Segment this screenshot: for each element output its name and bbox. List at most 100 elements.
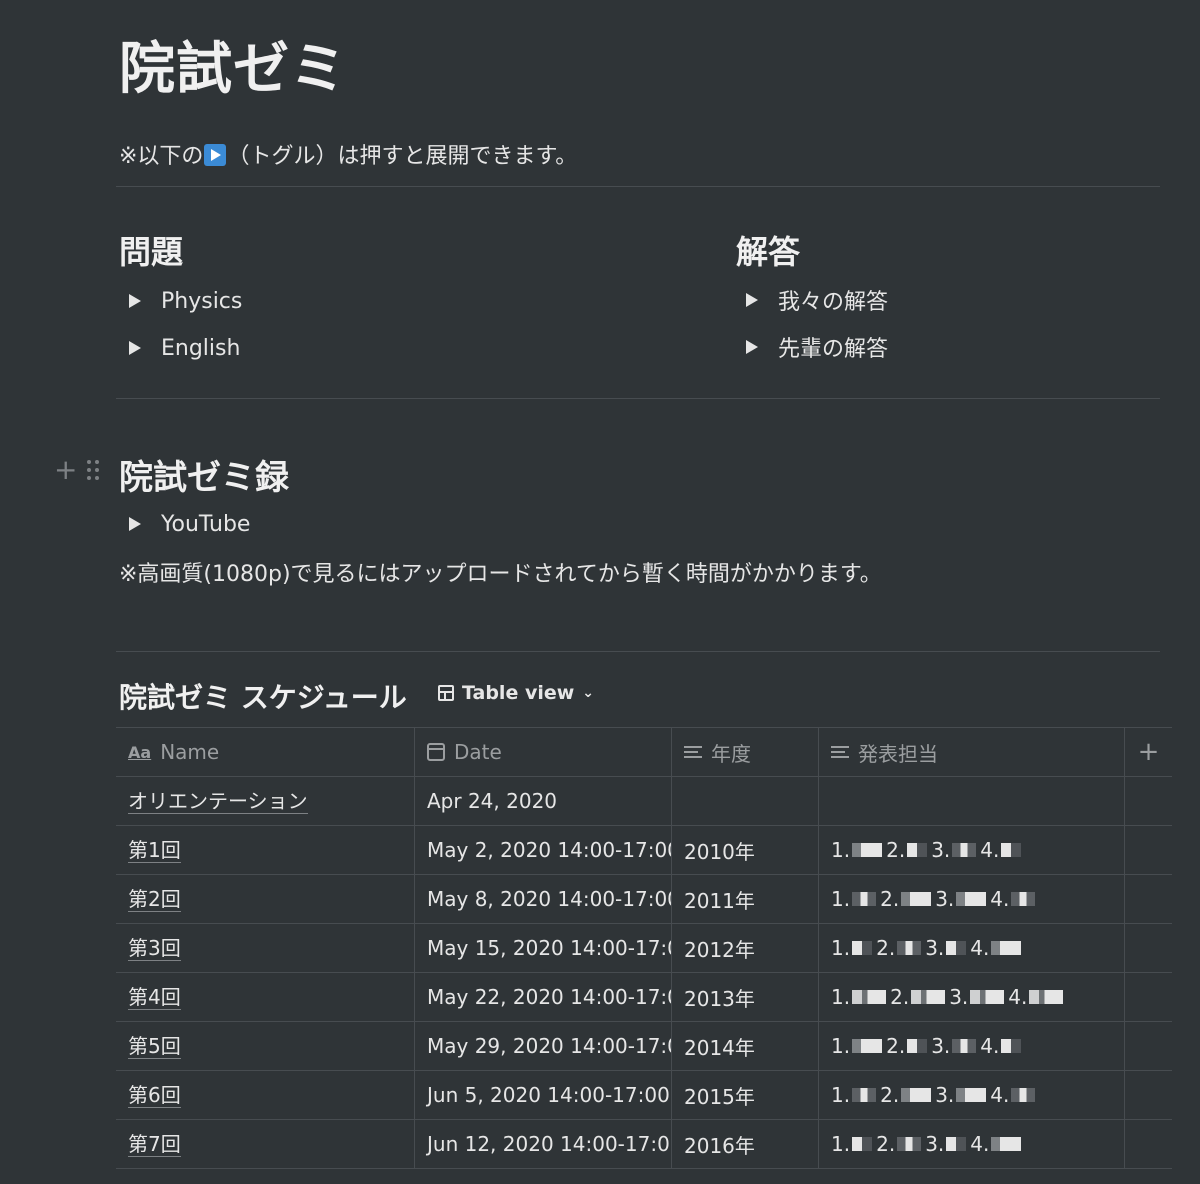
cell-year[interactable]: 2012年 — [672, 924, 819, 972]
cell-year[interactable]: 2013年 — [672, 973, 819, 1021]
toggle-senpai-answers[interactable]: 先輩の解答 — [736, 330, 888, 364]
cell-name[interactable]: 第1回 — [116, 826, 415, 874]
cell-name[interactable]: 第6回 — [116, 1071, 415, 1119]
cell-date[interactable]: May 15, 2020 14:00-17:00 — [415, 924, 672, 972]
presenter-number: 3. — [935, 1083, 955, 1107]
cell-year[interactable]: 2015年 — [672, 1071, 819, 1119]
cell-presenters[interactable]: 1. 2. 3. 4. — [819, 1120, 1125, 1168]
presenter-list: 1. 2. 3. 4. — [831, 936, 1022, 960]
cell-date[interactable]: May 2, 2020 14:00-17:00 — [415, 826, 672, 874]
table-row[interactable]: オリエンテーション Apr 24, 2020 — [116, 777, 1172, 826]
row-title-link[interactable]: オリエンテーション — [128, 789, 308, 814]
toggle-label: YouTube — [161, 511, 251, 537]
table-row[interactable]: 第2回 May 8, 2020 14:00-17:00 2011年 1. 2. 3. 4. — [116, 875, 1172, 924]
presenter-entry: 3. — [935, 887, 987, 911]
cell-presenters[interactable]: 1. 2. 3. 4. — [819, 826, 1125, 874]
toggle-instruction-suffix: （トグル）は押すと展開できます。 — [227, 144, 578, 169]
row-title-link[interactable]: 第3回 — [128, 936, 181, 961]
table-body: オリエンテーション Apr 24, 2020 第1回 May 2, 2020 14:0… — [116, 777, 1172, 1169]
table-row[interactable]: 第1回 May 2, 2020 14:00-17:00 2010年 1. 2. 3. 4. — [116, 826, 1172, 875]
column-header-year[interactable]: 年度 — [672, 728, 819, 776]
cell-name[interactable]: 第7回 — [116, 1120, 415, 1168]
row-title-link[interactable]: 第7回 — [128, 1132, 181, 1157]
toggle-triangle-icon[interactable] — [129, 517, 141, 531]
toggle-triangle-icon[interactable] — [129, 294, 141, 308]
cell-name[interactable]: 第4回 — [116, 973, 415, 1021]
cell-presenters[interactable]: 1. 2. 3. 4. — [819, 875, 1125, 923]
problems-heading: 問題 — [119, 233, 184, 271]
presenter-entry: 1. — [831, 838, 883, 862]
table-row[interactable]: 第6回 Jun 5, 2020 14:00-17:00 2015年 1. 2. 3. 4. — [116, 1071, 1172, 1120]
presenter-list: 1. 2. 3. 4. — [831, 1083, 1036, 1107]
presenter-number: 4. — [990, 887, 1010, 911]
cell-presenters[interactable]: 1. 2. 3. 4. — [819, 924, 1125, 972]
row-title-link[interactable]: 第2回 — [128, 887, 181, 912]
redacted-name-mosaic — [852, 1137, 873, 1151]
presenter-number: 4. — [980, 1034, 1000, 1058]
row-title-link[interactable]: 第4回 — [128, 985, 181, 1010]
cell-presenters[interactable]: 1. 2. 3. 4. — [819, 1022, 1125, 1070]
presenter-number: 2. — [876, 1132, 896, 1156]
block-handle: + — [54, 456, 100, 484]
presenter-entry: 4. — [990, 887, 1036, 911]
presenter-entry: 2. — [880, 887, 932, 911]
column-header-date[interactable]: Date — [415, 728, 672, 776]
presenter-entry: 3. — [949, 985, 1005, 1009]
presenter-number: 4. — [970, 936, 990, 960]
cell-date[interactable]: May 22, 2020 14:00-17:00 — [415, 973, 672, 1021]
presenter-list: 1. 2. 3. 4. — [831, 887, 1036, 911]
cell-name[interactable]: 第3回 — [116, 924, 415, 972]
toggle-youtube[interactable]: YouTube — [119, 507, 250, 541]
cell-year[interactable] — [672, 777, 819, 825]
cell-empty — [1125, 826, 1172, 874]
presenter-entry: 2. — [880, 1083, 932, 1107]
cell-presenters[interactable]: 1. 2. 3. 4. — [819, 973, 1125, 1021]
toggle-our-answers[interactable]: 我々の解答 — [736, 283, 888, 317]
row-title-link[interactable]: 第6回 — [128, 1083, 181, 1108]
toggle-english[interactable]: English — [119, 331, 240, 365]
presenter-list: 1. 2. 3. 4. — [831, 1132, 1022, 1156]
cell-date[interactable]: Jun 12, 2020 14:00-17:00 — [415, 1120, 672, 1168]
toggle-triangle-icon[interactable] — [746, 293, 758, 307]
column-header-name[interactable]: Aa Name — [116, 728, 415, 776]
presenter-number: 1. — [831, 1083, 851, 1107]
toggle-triangle-icon[interactable] — [746, 340, 758, 354]
redacted-name-mosaic — [852, 1088, 877, 1102]
cell-year[interactable]: 2011年 — [672, 875, 819, 923]
table-row[interactable]: 第7回 Jun 12, 2020 14:00-17:00 2016年 1. 2. 3. 4. — [116, 1120, 1172, 1169]
row-title-link[interactable]: 第5回 — [128, 1034, 181, 1059]
toggle-physics[interactable]: Physics — [119, 284, 242, 318]
cell-year[interactable]: 2010年 — [672, 826, 819, 874]
presenter-number: 3. — [925, 1132, 945, 1156]
cell-name[interactable]: 第5回 — [116, 1022, 415, 1070]
view-switcher[interactable]: Table view ⌄ — [438, 682, 594, 704]
divider-top — [116, 186, 1160, 187]
cell-year[interactable]: 2016年 — [672, 1120, 819, 1168]
cell-date[interactable]: Apr 24, 2020 — [415, 777, 672, 825]
database-title[interactable]: 院試ゼミ スケジュール — [119, 676, 407, 716]
cell-presenters[interactable]: 1. 2. 3. 4. — [819, 1071, 1125, 1119]
table-row[interactable]: 第5回 May 29, 2020 14:00-17:00 2014年 1. 2. 3. 4. — [116, 1022, 1172, 1071]
table-row[interactable]: 第3回 May 15, 2020 14:00-17:00 2012年 1. 2. 3. 4. — [116, 924, 1172, 973]
cell-presenters[interactable] — [819, 777, 1125, 825]
add-column-button[interactable]: + — [1125, 728, 1172, 776]
redacted-name-mosaic — [1011, 1088, 1036, 1102]
chevron-down-icon: ⌄ — [582, 685, 595, 701]
cell-date[interactable]: Jun 5, 2020 14:00-17:00 — [415, 1071, 672, 1119]
cell-name[interactable]: オリエンテーション — [116, 777, 415, 825]
cell-date[interactable]: May 8, 2020 14:00-17:00 — [415, 875, 672, 923]
column-header-presenters[interactable]: 発表担当 — [819, 728, 1125, 776]
redacted-name-mosaic — [952, 843, 977, 857]
drag-handle-icon[interactable] — [87, 460, 100, 480]
add-block-icon[interactable]: + — [54, 456, 77, 484]
column-header-label: 発表担当 — [858, 741, 938, 766]
table-row[interactable]: 第4回 May 22, 2020 14:00-17:00 2013年 1. 2. 3. 4. — [116, 973, 1172, 1022]
redacted-name-mosaic — [852, 941, 873, 955]
cell-year[interactable]: 2014年 — [672, 1022, 819, 1070]
cell-name[interactable]: 第2回 — [116, 875, 415, 923]
cell-date[interactable]: May 29, 2020 14:00-17:00 — [415, 1022, 672, 1070]
row-title-link[interactable]: 第1回 — [128, 838, 181, 863]
toggle-triangle-icon[interactable] — [129, 341, 141, 355]
text-aa-icon: Aa — [128, 742, 152, 762]
presenter-entry: 3. — [935, 1083, 987, 1107]
